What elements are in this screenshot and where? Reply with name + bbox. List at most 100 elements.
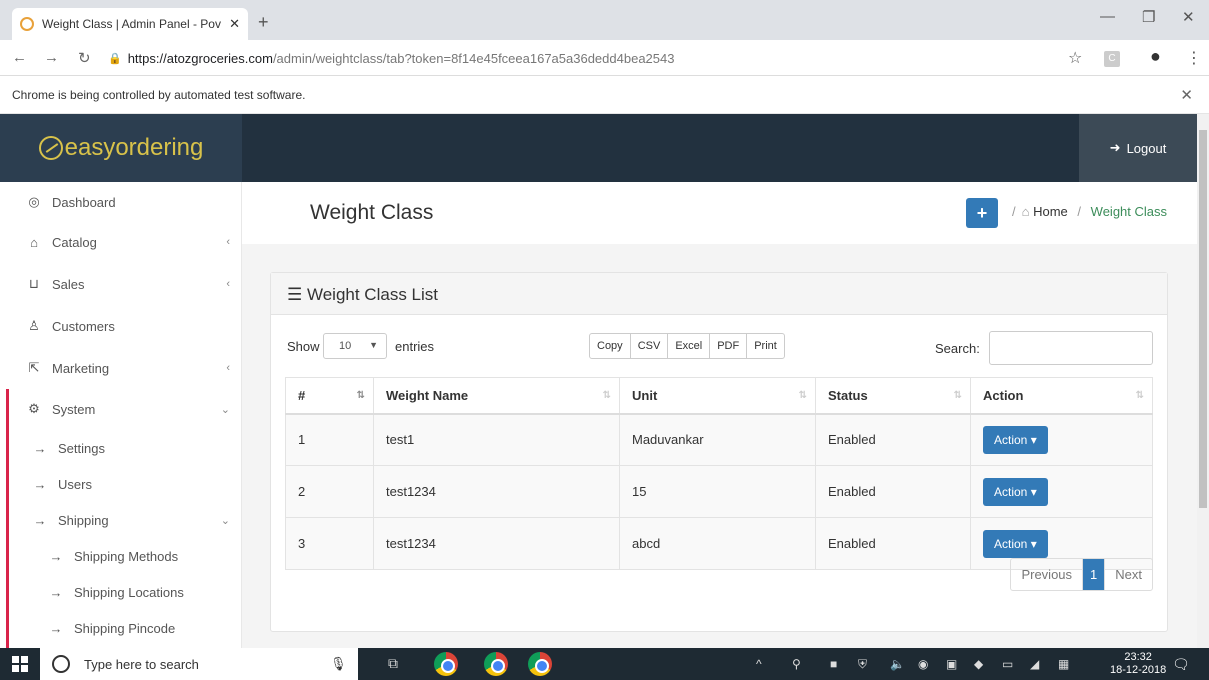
- tray-app-icon[interactable]: ■: [830, 657, 837, 671]
- entries-select[interactable]: 10 ▼: [323, 333, 387, 359]
- action-dropdown-button[interactable]: Action ▾: [983, 477, 1048, 506]
- show-hidden-icons-icon[interactable]: ^: [756, 657, 762, 671]
- logout-label: Logout: [1126, 140, 1167, 156]
- csv-button[interactable]: CSV: [631, 334, 669, 358]
- column-header-number[interactable]: # ⇅: [285, 377, 374, 415]
- microphone-icon[interactable]: 🎙: [330, 656, 347, 672]
- page-1-button[interactable]: 1: [1083, 559, 1106, 590]
- sidebar-item-system[interactable]: ⚙ System ⌄: [0, 389, 241, 429]
- tray-app-icon[interactable]: ◆: [974, 657, 983, 671]
- column-header-unit[interactable]: Unit ⇅: [619, 377, 816, 415]
- windows-start-icon[interactable]: [12, 656, 28, 672]
- sidebar-item-shipping-pincode[interactable]: → Shipping Pincode: [0, 608, 241, 648]
- breadcrumb-home[interactable]: Home: [1033, 204, 1068, 219]
- page-title: Weight Class: [310, 201, 434, 224]
- cell-status: Enabled: [815, 413, 971, 466]
- previous-page-button[interactable]: Previous: [1011, 559, 1084, 590]
- excel-button[interactable]: Excel: [668, 334, 711, 358]
- sidebar-item-label: Dashboard: [52, 194, 116, 210]
- column-header-status[interactable]: Status ⇅: [815, 377, 971, 415]
- bookmark-star-icon[interactable]: ☆: [1068, 48, 1082, 68]
- sidebar-item-label: Sales: [52, 276, 85, 292]
- reload-icon[interactable]: ↻: [78, 49, 91, 67]
- url-path: /admin/weightclass/tab?token=8f14e45fcee…: [272, 50, 675, 66]
- close-infobar-icon[interactable]: ✕: [1180, 86, 1193, 104]
- extension-icon[interactable]: C: [1104, 51, 1120, 67]
- pagination: Previous 1 Next: [1010, 558, 1153, 591]
- browser-tab[interactable]: Weight Class | Admin Panel - Pov ✕: [12, 8, 248, 40]
- sort-icon: ⇅: [953, 390, 962, 401]
- cell-unit: abcd: [619, 517, 816, 570]
- tray-app-icon[interactable]: ▣: [946, 657, 957, 671]
- favicon-icon: [20, 17, 34, 31]
- taskbar-clock[interactable]: 23:32 18-12-2018: [1110, 651, 1166, 677]
- url-field[interactable]: 🔒 https://atozgroceries.com/admin/weight…: [108, 45, 1068, 71]
- cell-number: 1: [285, 413, 374, 466]
- action-dropdown-button[interactable]: Action ▾: [983, 425, 1048, 454]
- cell-number: 3: [285, 517, 374, 570]
- sidebar-item-users[interactable]: → Users: [0, 464, 241, 504]
- volume-icon[interactable]: 🔈: [890, 657, 905, 671]
- taskbar-search-input[interactable]: Type here to search: [40, 648, 358, 680]
- column-header-weight-name[interactable]: Weight Name ⇅: [373, 377, 620, 415]
- action-dropdown-button[interactable]: Action ▾: [983, 529, 1048, 558]
- logout-button[interactable]: ➜ Logout: [1079, 114, 1197, 182]
- sidebar-item-shipping-methods[interactable]: → Shipping Methods: [0, 536, 241, 576]
- sidebar-item-customers[interactable]: ♙ Customers: [0, 306, 241, 346]
- add-button[interactable]: +: [966, 198, 998, 228]
- arrow-right-icon: →: [33, 440, 47, 456]
- battery-icon[interactable]: ▭: [1002, 657, 1013, 671]
- sidebar-item-shipping-locations[interactable]: → Shipping Locations: [0, 572, 241, 612]
- logo[interactable]: easyordering: [0, 114, 242, 182]
- next-page-button[interactable]: Next: [1105, 559, 1152, 590]
- sidebar-item-sales[interactable]: ⊔ Sales ‹: [0, 264, 241, 304]
- close-tab-icon[interactable]: ✕: [229, 16, 240, 32]
- browser-menu-icon[interactable]: ⋮: [1186, 48, 1202, 68]
- user-icon: ♙: [28, 318, 40, 333]
- sidebar-item-settings[interactable]: → Settings: [0, 428, 241, 468]
- search-input[interactable]: [989, 331, 1153, 365]
- chrome-icon[interactable]: [434, 652, 458, 676]
- column-header-action[interactable]: Action ⇅: [970, 377, 1153, 415]
- profile-icon[interactable]: ●: [1150, 46, 1161, 67]
- sidebar-item-catalog[interactable]: ⌂ Catalog ‹: [0, 222, 241, 262]
- sidebar-item-shipping[interactable]: → Shipping ⌄: [0, 500, 241, 540]
- gear-icon: ⚙: [28, 401, 40, 416]
- arrow-right-icon: →: [33, 476, 47, 492]
- weight-class-table: # ⇅ Weight Name ⇅ Unit ⇅ Status ⇅ Action ⇅ 1 …: [285, 377, 1153, 570]
- app-header: easyordering ➜ Logout: [0, 114, 1197, 182]
- people-icon[interactable]: ⚲: [792, 657, 801, 671]
- notification-icon[interactable]: 🗨: [1172, 656, 1190, 673]
- scrollbar-thumb[interactable]: [1199, 130, 1207, 508]
- security-icon[interactable]: ⛨: [858, 657, 867, 672]
- sidebar-item-marketing[interactable]: ⇱ Marketing ‹: [0, 348, 241, 388]
- browser-tab-bar: Weight Class | Admin Panel - Pov ✕ + — ❐…: [0, 0, 1209, 40]
- export-button-group: Copy CSV Excel PDF Print: [589, 333, 785, 359]
- table-row: 1 test1 Maduvankar Enabled Action ▾: [285, 413, 1153, 466]
- tray-app-icon[interactable]: ◉: [918, 657, 928, 671]
- sidebar-item-label: System: [52, 401, 96, 417]
- copy-button[interactable]: Copy: [590, 334, 631, 358]
- sort-icon: ⇅: [602, 390, 611, 401]
- print-button[interactable]: Print: [747, 334, 784, 358]
- clock-time: 23:32: [1124, 651, 1152, 663]
- table-header-row: # ⇅ Weight Name ⇅ Unit ⇅ Status ⇅ Action ⇅: [285, 377, 1153, 415]
- tray-app-icon[interactable]: ▦: [1058, 657, 1069, 671]
- back-icon[interactable]: ←: [12, 49, 27, 66]
- restore-icon[interactable]: ❐: [1142, 8, 1155, 26]
- chrome-icon[interactable]: [528, 652, 552, 676]
- network-icon[interactable]: ◢: [1030, 657, 1039, 671]
- entries-label: entries: [395, 339, 435, 354]
- cell-action: Action ▾: [970, 413, 1153, 466]
- chevron-down-icon: ⌄: [220, 403, 230, 416]
- chrome-icon[interactable]: [484, 652, 508, 676]
- task-view-icon[interactable]: ⧉: [388, 655, 398, 672]
- home-icon: ⌂: [1021, 204, 1030, 219]
- pdf-button[interactable]: PDF: [710, 334, 748, 358]
- forward-icon[interactable]: →: [44, 49, 59, 66]
- sidebar-item-dashboard[interactable]: ◎ Dashboard: [0, 182, 241, 222]
- logo-text: easyordering: [64, 134, 204, 161]
- close-window-icon[interactable]: ✕: [1182, 8, 1195, 26]
- minimize-icon[interactable]: —: [1100, 8, 1115, 25]
- new-tab-icon[interactable]: +: [258, 12, 269, 33]
